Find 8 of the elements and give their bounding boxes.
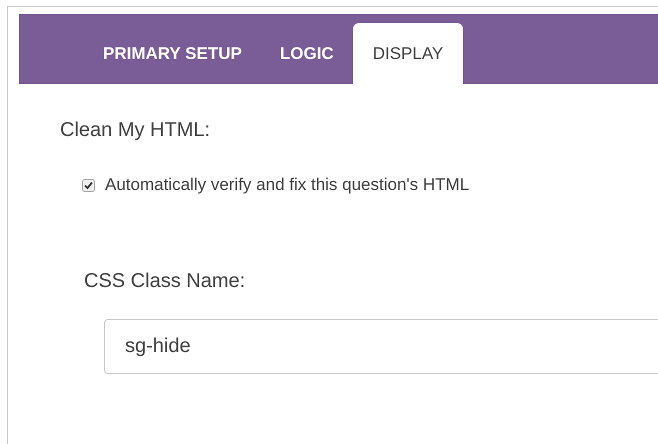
section-label: Clean My HTML: bbox=[60, 119, 212, 142]
tab[interactable]: PRIMARY SETUP bbox=[84, 23, 261, 84]
tab[interactable]: LOGIC bbox=[260, 23, 353, 84]
field-label: CSS Class Name: bbox=[84, 270, 246, 293]
tab[interactable]: DISPLAY bbox=[352, 23, 464, 84]
checkbox-label: Automatically verify and fix this question's HTML bbox=[105, 175, 470, 195]
input-field[interactable]: sg-hide bbox=[104, 319, 658, 374]
checkbox[interactable] bbox=[82, 178, 95, 192]
